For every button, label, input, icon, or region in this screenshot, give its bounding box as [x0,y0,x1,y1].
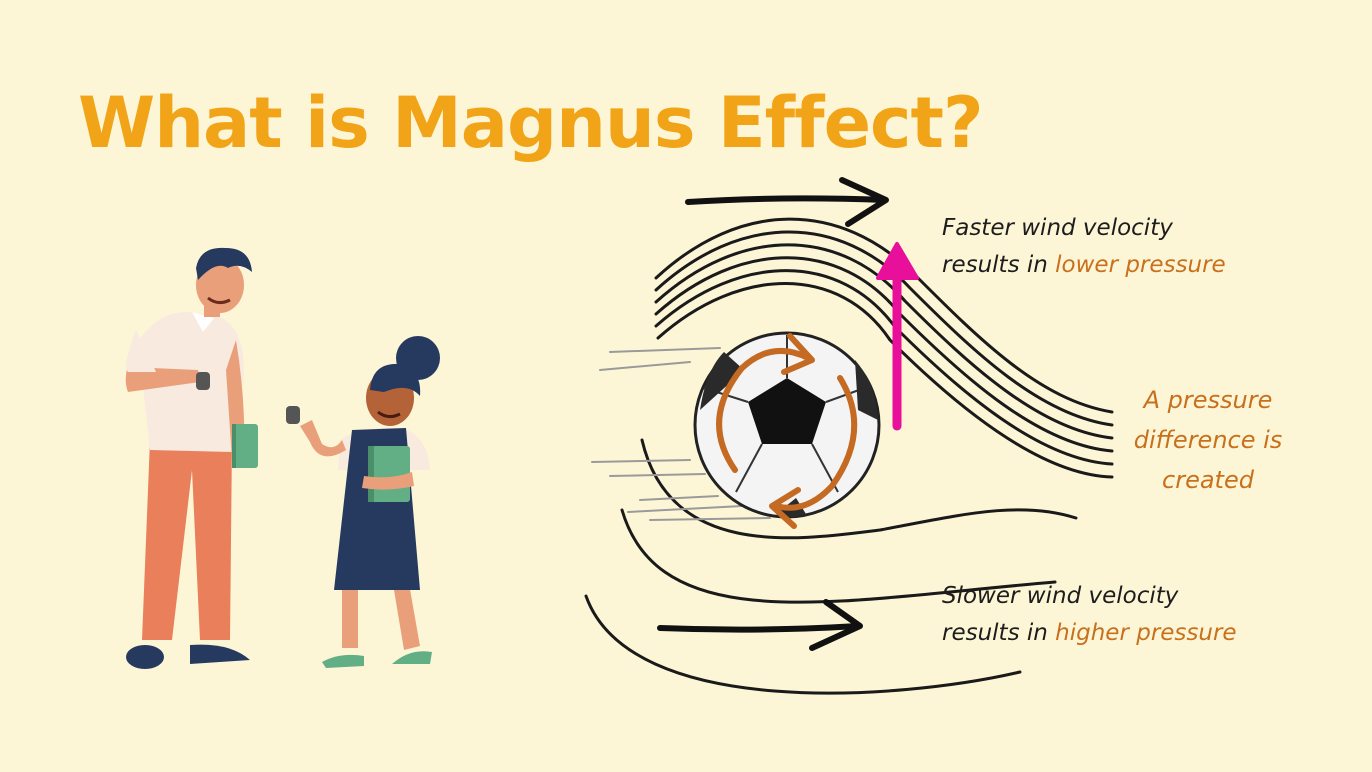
middle-label-line3: created [1162,466,1254,494]
upper-label-accent: lower pressure [1055,252,1226,278]
lower-label-line2: results in higher pressure [942,615,1342,652]
flow-arrow-icon [657,599,863,651]
upper-pressure-label: Faster wind velocity results in lower pr… [942,210,1332,284]
upper-label-line1: Faster wind velocity [942,215,1173,241]
pressure-difference-label: A pressure difference is created [1108,380,1308,500]
teacher-figure [125,247,258,669]
lower-label-line1: Slower wind velocity [942,583,1179,609]
middle-label-line1: A pressure [1143,386,1273,414]
lower-label-accent: higher pressure [1055,620,1237,646]
lower-label-prefix: results in [942,620,1056,646]
lower-pressure-label: Slower wind velocity results in higher p… [942,578,1342,652]
middle-label-line2: difference is [1133,426,1283,454]
upper-label-line2: results in lower pressure [942,247,1332,284]
lift-arrow-icon [876,242,919,431]
flow-arrow-icon [685,177,889,227]
upper-label-prefix: results in [942,252,1056,278]
student-figure [286,336,440,668]
